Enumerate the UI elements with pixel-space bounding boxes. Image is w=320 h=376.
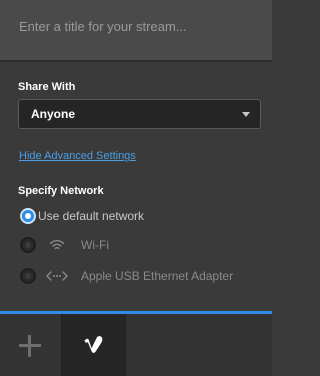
share-with-select[interactable]: Anyone xyxy=(18,99,261,129)
share-with-value: Anyone xyxy=(31,107,76,121)
radio-button[interactable] xyxy=(20,237,36,253)
vimeo-logo-icon xyxy=(84,336,103,353)
hide-advanced-settings-link[interactable]: Hide Advanced Settings xyxy=(19,150,136,162)
plus-icon xyxy=(19,335,41,357)
network-option-ethernet[interactable]: Apple USB Ethernet Adapter xyxy=(18,266,258,288)
wifi-icon xyxy=(49,240,65,250)
stream-title-field[interactable] xyxy=(0,0,279,62)
radio-button-selected[interactable] xyxy=(20,208,36,224)
vimeo-tab[interactable] xyxy=(62,314,126,376)
destination-tab-bar xyxy=(0,311,272,376)
specify-network-label: Specify Network xyxy=(18,185,104,197)
network-option-label: Wi-Fi xyxy=(81,238,109,252)
network-option-label: Apple USB Ethernet Adapter xyxy=(81,269,234,283)
ethernet-icon xyxy=(46,271,68,281)
network-option-wifi[interactable]: Wi-Fi xyxy=(18,235,258,257)
stream-title-input[interactable] xyxy=(0,0,279,54)
share-with-label: Share With xyxy=(18,81,76,93)
radio-button[interactable] xyxy=(20,268,36,284)
add-destination-tab[interactable] xyxy=(0,314,62,376)
tab-bar-empty-area xyxy=(126,314,272,376)
network-option-label: Use default network xyxy=(38,209,145,223)
network-option-default[interactable]: Use default network xyxy=(18,206,258,228)
chevron-down-icon xyxy=(242,112,250,117)
